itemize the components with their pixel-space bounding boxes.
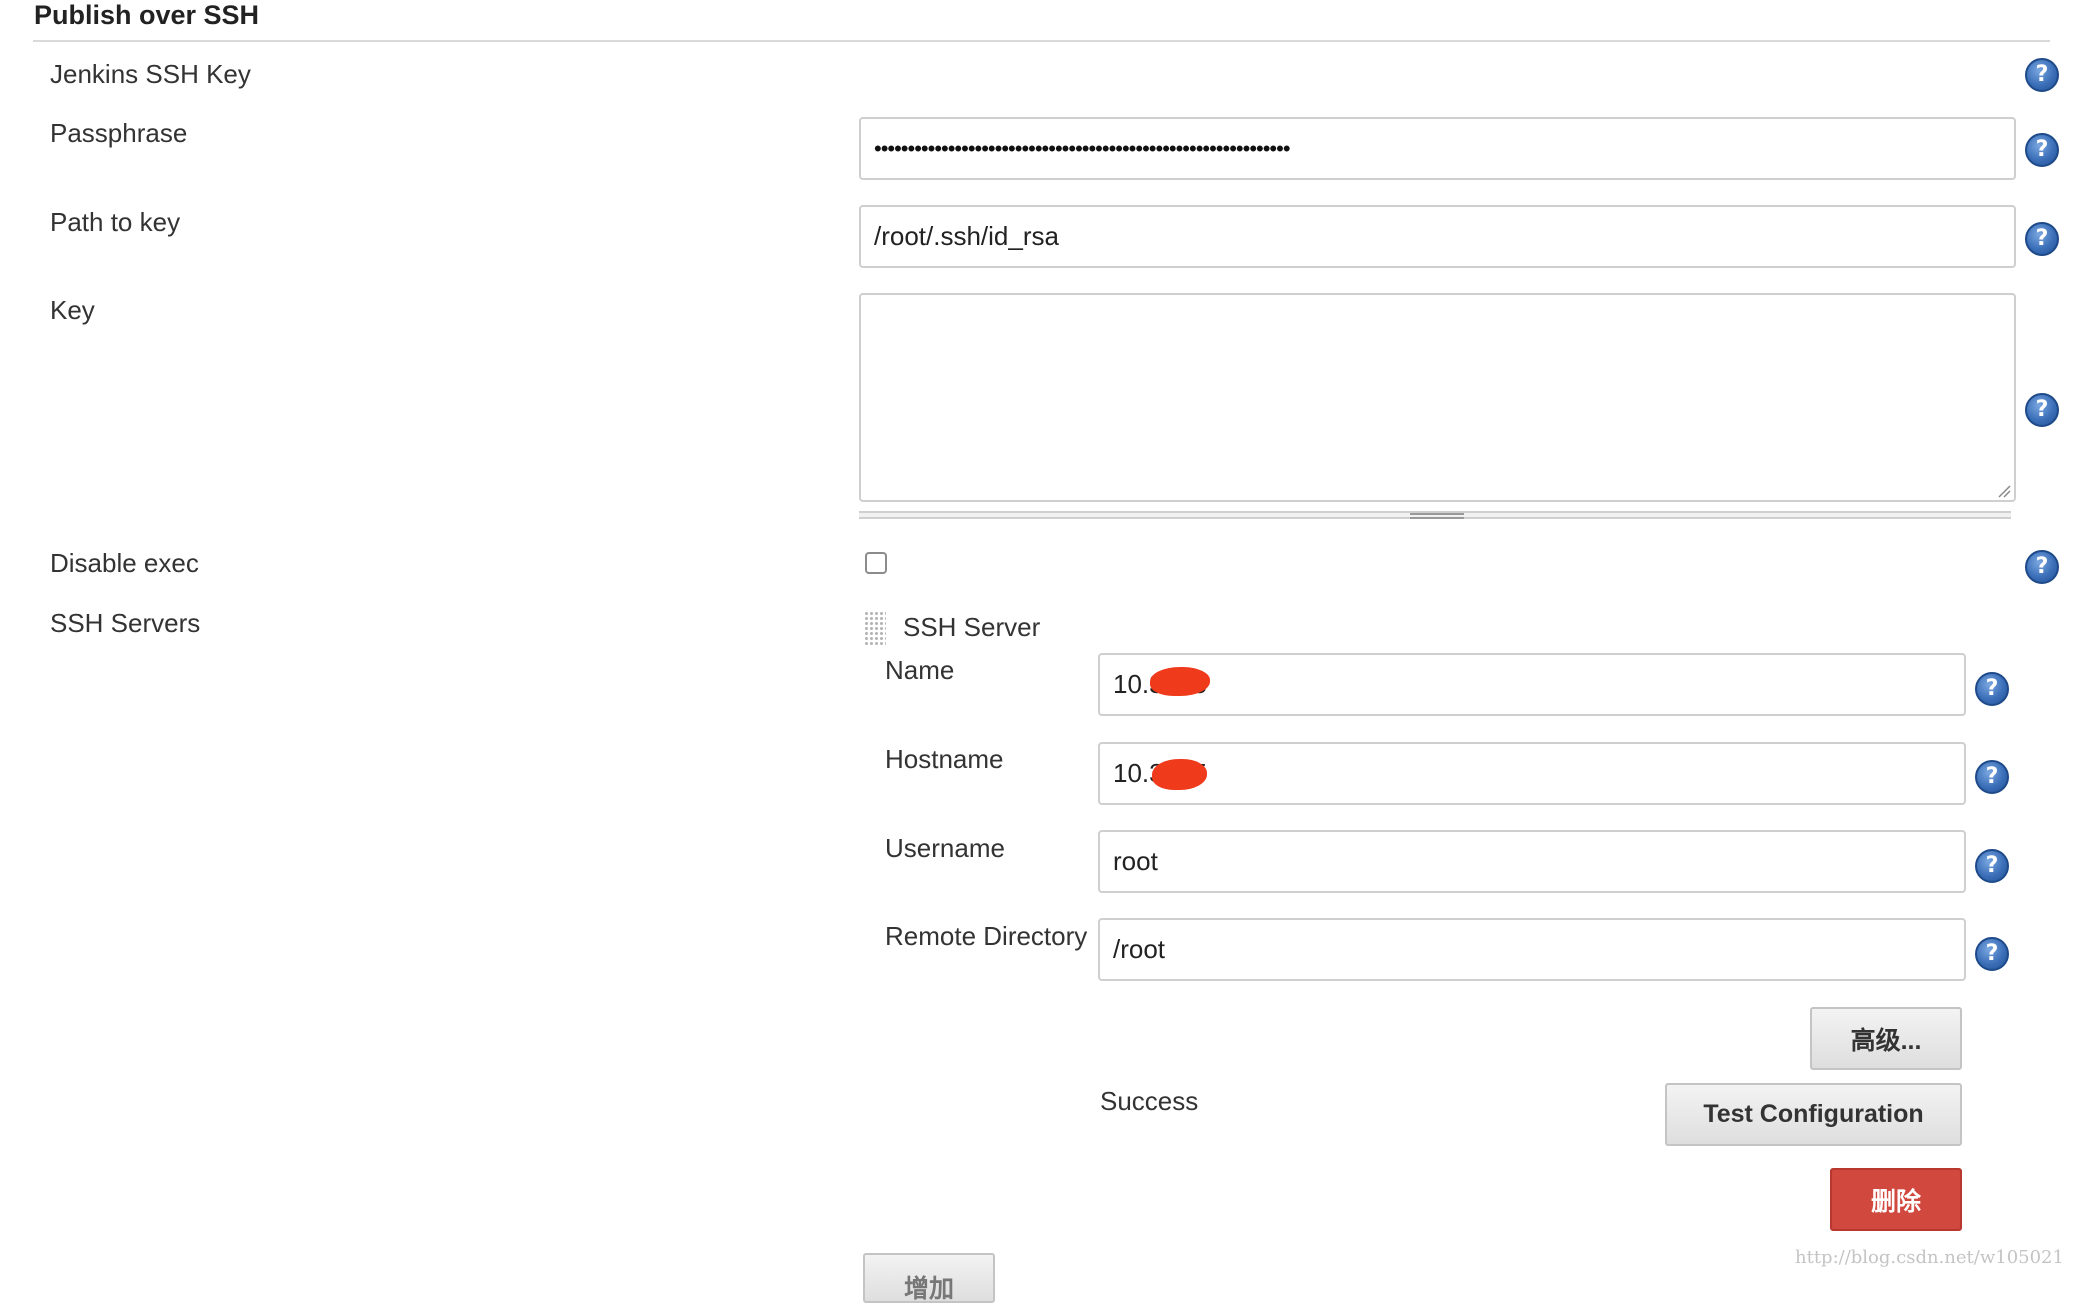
path-to-key-input[interactable]: /root/.ssh/id_rsa (859, 205, 2016, 268)
test-status-text: Success (1100, 1086, 1199, 1116)
watermark: http://blog.csdn.net/w105021 (1795, 1247, 2064, 1268)
help-icon[interactable]: ? (2025, 58, 2059, 92)
redaction-mark (1150, 667, 1210, 696)
section-divider (33, 40, 2050, 42)
disable-exec-label: Disable exec (50, 548, 199, 578)
hostname-label: Hostname (885, 744, 1004, 774)
remote-directory-input[interactable]: /root (1098, 918, 1966, 981)
drag-handle-icon[interactable] (864, 611, 886, 645)
jenkins-ssh-key-label: Jenkins SSH Key (50, 59, 251, 89)
add-button[interactable]: 增加 (863, 1253, 995, 1303)
advanced-button[interactable]: 高级... (1810, 1007, 1962, 1070)
help-icon[interactable]: ? (2025, 550, 2059, 584)
help-icon[interactable]: ? (1975, 937, 2009, 971)
username-value: root (1113, 846, 1158, 876)
hostname-input[interactable]: 10.3 .25 (1098, 742, 1966, 805)
help-icon[interactable]: ? (1975, 760, 2009, 794)
username-input[interactable]: root (1098, 830, 1966, 893)
path-to-key-value: /root/.ssh/id_rsa (874, 221, 1059, 251)
help-icon[interactable]: ? (1975, 849, 2009, 883)
resize-handle-icon[interactable] (1997, 484, 2011, 498)
ssh-server-header: SSH Server (903, 612, 1041, 642)
help-icon[interactable]: ? (2025, 133, 2059, 167)
help-icon[interactable]: ? (2025, 393, 2059, 427)
server-name-label: Name (885, 655, 955, 685)
key-label: Key (50, 295, 95, 325)
section-title: Publish over SSH (34, 0, 260, 30)
server-name-input[interactable]: 10.3 .25 (1098, 653, 1966, 716)
path-to-key-label: Path to key (50, 207, 181, 237)
username-label: Username (885, 833, 1005, 863)
test-configuration-button[interactable]: Test Configuration (1665, 1083, 1962, 1146)
passphrase-input[interactable]: ••••••••••••••••••••••••••••••••••••••••… (859, 117, 2016, 180)
delete-button[interactable]: 删除 (1830, 1168, 1962, 1231)
passphrase-label: Passphrase (50, 118, 188, 148)
grip-icon (1410, 513, 1464, 519)
remote-directory-value: /root (1113, 934, 1166, 964)
disable-exec-checkbox[interactable] (865, 552, 887, 574)
help-icon[interactable]: ? (2025, 222, 2059, 256)
ssh-servers-label: SSH Servers (50, 608, 201, 638)
redaction-mark (1152, 759, 1207, 790)
passphrase-value: ••••••••••••••••••••••••••••••••••••••••… (874, 135, 1291, 161)
help-icon[interactable]: ? (1975, 672, 2009, 706)
remote-directory-label: Remote Directory (885, 921, 1088, 951)
key-textarea[interactable] (859, 293, 2016, 502)
